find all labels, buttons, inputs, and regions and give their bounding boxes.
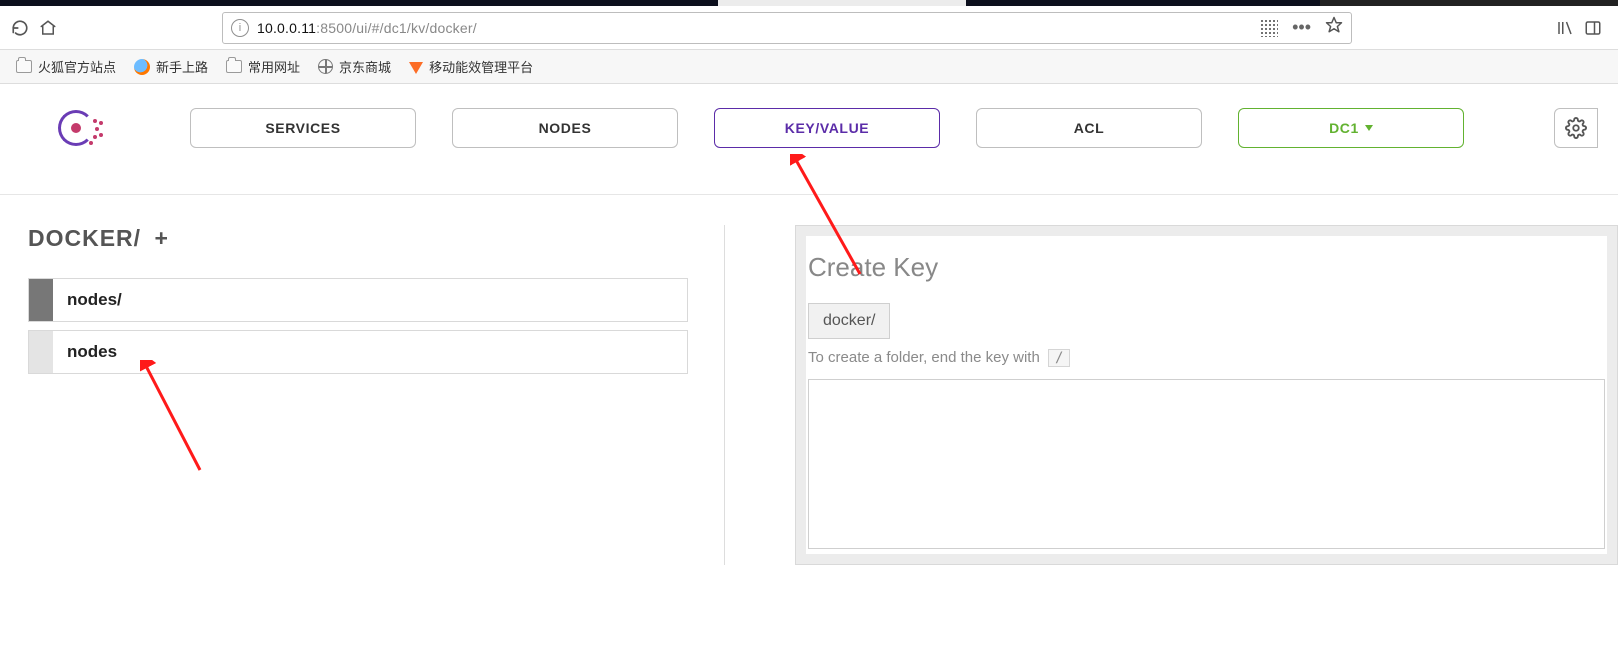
bookmark-label: 移动能效管理平台: [429, 57, 533, 76]
bookmark-label: 京东商城: [339, 57, 391, 76]
nav-key-value[interactable]: KEY/VALUE: [714, 108, 940, 148]
nav-services[interactable]: SERVICES: [190, 108, 416, 148]
key-name: nodes: [67, 342, 117, 362]
globe-icon: [318, 59, 333, 74]
hint-code: /: [1048, 349, 1070, 367]
qr-icon[interactable]: [1260, 19, 1278, 37]
bookmark-item[interactable]: 新手上路: [128, 53, 214, 80]
key-value-textarea[interactable]: [808, 379, 1605, 549]
key-list-item[interactable]: nodes: [28, 330, 688, 374]
sidebar-toggle-icon[interactable]: [1584, 19, 1602, 37]
url-path: :8500/ui/#/dc1/kv/docker/: [316, 20, 477, 36]
page-actions-icon[interactable]: •••: [1292, 17, 1311, 38]
firefox-icon: [134, 59, 150, 75]
bookmark-label: 新手上路: [156, 57, 208, 76]
url-text: 10.0.0.11:8500/ui/#/dc1/kv/docker/: [257, 20, 1260, 36]
browser-toolbar: i 10.0.0.11:8500/ui/#/dc1/kv/docker/ •••: [0, 6, 1618, 50]
reload-icon[interactable]: [6, 14, 34, 42]
url-host: 10.0.0.11: [257, 20, 316, 36]
folder-icon: [226, 60, 242, 73]
bookmark-star-icon[interactable]: [1325, 16, 1343, 39]
nav-acl[interactable]: ACL: [976, 108, 1202, 148]
bookmark-item[interactable]: 常用网址: [220, 53, 306, 80]
bookmark-item[interactable]: 京东商城: [312, 53, 397, 80]
create-key-panel: Create Key docker/ To create a folder, e…: [795, 225, 1618, 565]
vertical-divider: [724, 225, 725, 565]
hint-text: To create a folder, end the key with: [808, 349, 1040, 366]
folder-hint: To create a folder, end the key with /: [808, 349, 1605, 367]
app-nav: SERVICES NODES KEY/VALUE ACL DC1: [0, 84, 1618, 160]
folder-icon: [16, 60, 32, 73]
settings-gear-icon[interactable]: [1554, 108, 1598, 148]
status-bar: [29, 279, 53, 321]
library-icon[interactable]: [1556, 19, 1574, 37]
add-key-button[interactable]: +: [154, 225, 168, 251]
datacenter-selector[interactable]: DC1: [1238, 108, 1464, 148]
bookmark-label: 常用网址: [248, 57, 300, 76]
key-list-panel: DOCKER/ + nodes/ nodes: [28, 225, 688, 565]
gitlab-icon: [409, 62, 423, 74]
bookmark-label: 火狐官方站点: [38, 57, 116, 76]
key-list-item[interactable]: nodes/: [28, 278, 688, 322]
home-icon[interactable]: [34, 14, 62, 42]
panel-title: Create Key: [808, 240, 1605, 303]
url-bar[interactable]: i 10.0.0.11:8500/ui/#/dc1/kv/docker/ •••: [222, 12, 1352, 44]
breadcrumb: DOCKER/ +: [28, 225, 688, 252]
key-name: nodes/: [67, 290, 122, 310]
bookmark-item[interactable]: 移动能效管理平台: [403, 53, 539, 80]
page-content: DOCKER/ + nodes/ nodes Create Key docker…: [0, 195, 1618, 565]
key-prefix-chip: docker/: [808, 303, 890, 339]
status-bar: [29, 331, 53, 373]
site-info-icon[interactable]: i: [231, 19, 249, 37]
breadcrumb-label: DOCKER/: [28, 225, 141, 251]
bookmark-item[interactable]: 火狐官方站点: [10, 53, 122, 80]
bookmarks-toolbar: 火狐官方站点 新手上路 常用网址 京东商城 移动能效管理平台: [0, 50, 1618, 84]
nav-nodes[interactable]: NODES: [452, 108, 678, 148]
consul-logo[interactable]: [58, 110, 94, 146]
